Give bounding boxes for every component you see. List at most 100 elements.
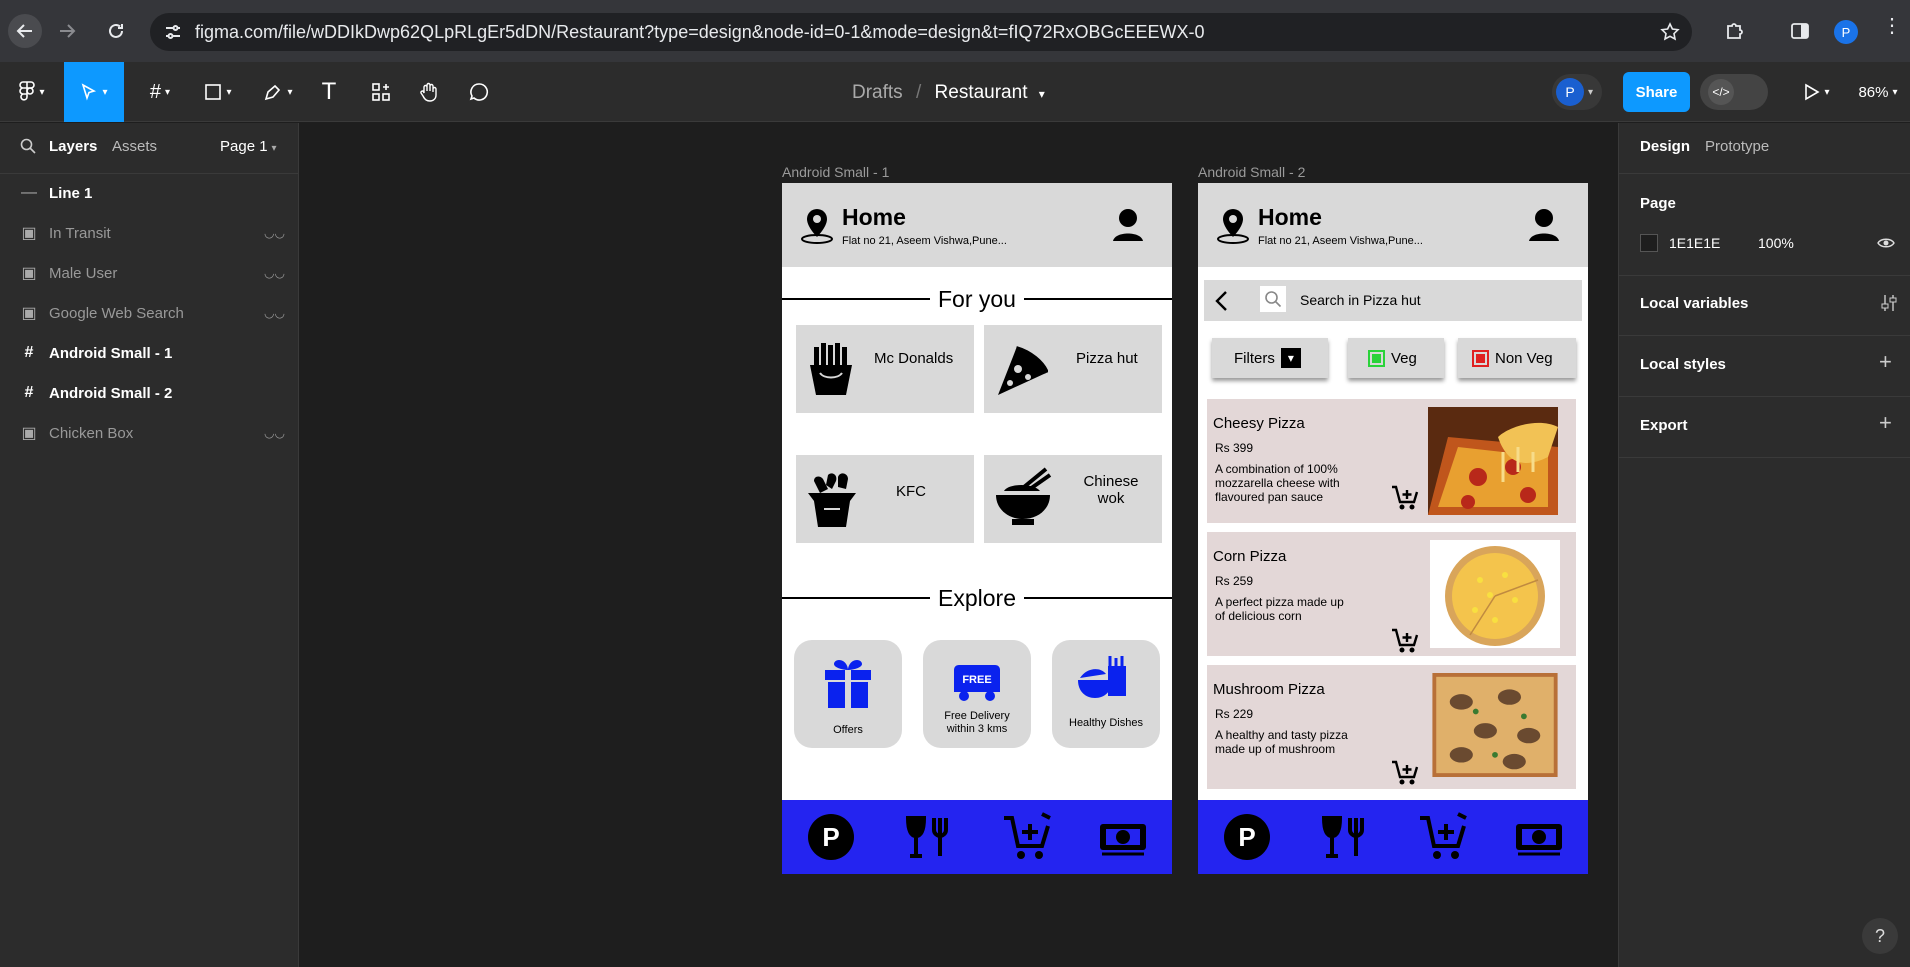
page-color-swatch[interactable] [1640, 234, 1658, 252]
move-tool-button[interactable]: ▾ [64, 62, 124, 122]
add-to-cart-icon[interactable] [1391, 485, 1419, 511]
breadcrumb: Drafts / Restaurant ▾ [852, 82, 1045, 104]
layer-row[interactable]: ▣ Male User ◡◡ [0, 254, 299, 292]
search-bar[interactable]: Search in Pizza hut [1204, 280, 1582, 321]
add-style-icon[interactable]: + [1879, 349, 1892, 375]
hidden-eye-icon[interactable]: ◡◡ [264, 226, 285, 240]
cart-add-icon[interactable] [1418, 812, 1468, 862]
tab-prototype[interactable]: Prototype [1705, 138, 1769, 155]
browser-menu-icon[interactable]: ⋮ [1882, 16, 1902, 36]
main-menu-button[interactable]: ▾ [10, 62, 54, 122]
chevron-down-icon[interactable]: ▾ [1039, 87, 1045, 101]
android-small-2-frame[interactable]: Home Flat no 21, Aseem Vishwa,Pune... Se… [1198, 183, 1588, 874]
restaurant-card-kfc[interactable]: KFC [796, 455, 974, 543]
comment-tool-button[interactable] [464, 62, 494, 122]
bottom-nav: P [782, 800, 1172, 874]
money-icon[interactable] [1098, 812, 1148, 862]
back-button[interactable] [8, 14, 42, 48]
add-export-icon[interactable]: + [1879, 410, 1892, 436]
page-color-value[interactable]: 1E1E1E [1669, 235, 1720, 251]
item-name: Cheesy Pizza [1213, 415, 1305, 432]
shape-tool-button[interactable]: ▾ [196, 62, 240, 122]
search-icon[interactable] [20, 138, 36, 154]
local-styles-label[interactable]: Local styles [1640, 356, 1726, 373]
menu-item-mushroom-pizza[interactable]: Mushroom Pizza Rs 229 A healthy and tast… [1207, 665, 1576, 789]
breadcrumb-drafts[interactable]: Drafts [852, 82, 903, 103]
item-price: Rs 229 [1215, 707, 1254, 721]
restaurant-card-pizza-hut[interactable]: Pizza hut [984, 325, 1162, 413]
side-panel-icon[interactable] [1790, 21, 1810, 41]
layer-row[interactable]: ▣ Chicken Box ◡◡ [0, 414, 299, 452]
tab-design[interactable]: Design [1640, 138, 1690, 155]
site-settings-icon[interactable] [163, 22, 183, 42]
profile-avatar[interactable]: P [1834, 20, 1858, 44]
explore-card-free-delivery[interactable]: FREE Free Delivery within 3 kms [923, 640, 1031, 748]
tab-layers[interactable]: Layers [49, 138, 97, 155]
local-variables-label[interactable]: Local variables [1640, 295, 1748, 312]
bookmark-star-icon[interactable] [1660, 22, 1680, 42]
android-small-1-frame[interactable]: Home Flat no 21, Aseem Vishwa,Pune... Fo… [782, 183, 1172, 874]
layer-row[interactable]: ▣ In Transit ◡◡ [0, 214, 299, 252]
help-button[interactable]: ? [1862, 918, 1898, 954]
file-name[interactable]: Restaurant [935, 82, 1028, 103]
breadcrumb-separator: / [915, 82, 922, 103]
extensions-icon[interactable] [1724, 20, 1746, 42]
reload-button[interactable] [99, 14, 133, 48]
add-to-cart-icon[interactable] [1391, 628, 1419, 654]
frame-tool-button[interactable]: # ▾ [138, 62, 182, 122]
restaurant-name: KFC [896, 483, 926, 500]
resources-tool-button[interactable] [366, 62, 396, 122]
veg-filter-chip[interactable]: Veg [1348, 338, 1444, 378]
present-button[interactable]: ▾ [1796, 62, 1836, 122]
hidden-eye-icon[interactable]: ◡◡ [264, 306, 285, 320]
filters-button[interactable]: Filters ▾ [1212, 338, 1328, 378]
page-selector[interactable]: Page 1 ▾ [220, 138, 277, 155]
dining-icon[interactable] [1320, 812, 1370, 862]
address-bar[interactable]: figma.com/file/wDDIkDwp62QLpRLgEr5dDN/Re… [150, 13, 1692, 51]
frame2-label[interactable]: Android Small - 2 [1198, 164, 1305, 180]
layer-row[interactable]: — Line 1 [0, 174, 299, 212]
export-label[interactable]: Export [1640, 417, 1688, 434]
page-opacity-value[interactable]: 100% [1758, 235, 1794, 251]
parking-icon[interactable]: P [806, 812, 856, 862]
user-profile-icon [1529, 209, 1559, 241]
layer-row[interactable]: # Android Small - 1 [0, 334, 299, 372]
page-heading: Page [1640, 195, 1676, 212]
hidden-eye-icon[interactable]: ◡◡ [264, 266, 285, 280]
parking-icon[interactable]: P [1222, 812, 1272, 862]
pen-tool-button[interactable]: ▾ [256, 62, 300, 122]
resources-icon [372, 83, 390, 101]
layer-row[interactable]: # Android Small - 2 [0, 374, 299, 412]
url-text: figma.com/file/wDDIkDwp62QLpRLgEr5dDN/Re… [195, 21, 1205, 42]
variables-settings-icon[interactable] [1881, 294, 1897, 312]
dining-icon[interactable] [904, 812, 954, 862]
dev-mode-toggle[interactable]: </> [1700, 74, 1768, 110]
veg-label: Veg [1391, 349, 1417, 367]
zoom-dropdown[interactable]: 86% ▾ [1850, 62, 1906, 122]
frame1-label[interactable]: Android Small - 1 [782, 164, 889, 180]
non-veg-filter-chip[interactable]: Non Veg [1458, 338, 1576, 378]
add-to-cart-icon[interactable] [1391, 760, 1419, 786]
money-icon[interactable] [1514, 812, 1564, 862]
forward-button[interactable] [50, 14, 84, 48]
menu-item-cheesy-pizza[interactable]: Cheesy Pizza Rs 399 A combination of 100… [1207, 399, 1576, 523]
eye-icon[interactable] [1877, 236, 1895, 250]
panel-divider [1619, 396, 1910, 397]
explore-card-offers[interactable]: Offers [794, 640, 902, 748]
explore-card-healthy-dishes[interactable]: Healthy Dishes [1052, 640, 1160, 748]
restaurant-card-chinese-wok[interactable]: Chinese wok [984, 455, 1162, 543]
tab-assets[interactable]: Assets [112, 138, 157, 155]
back-chevron-icon[interactable] [1214, 290, 1228, 312]
hand-tool-button[interactable] [414, 62, 444, 122]
chevron-down-icon: ▾ [1588, 86, 1594, 98]
share-button[interactable]: Share [1623, 72, 1690, 112]
layer-row[interactable]: ▣ Google Web Search ◡◡ [0, 294, 299, 332]
menu-item-corn-pizza[interactable]: Corn Pizza Rs 259 A perfect pizza made u… [1207, 532, 1576, 656]
cart-add-icon[interactable] [1002, 812, 1052, 862]
restaurant-card-mcdonalds[interactable]: Mc Donalds [796, 325, 974, 413]
multiplayer-avatars[interactable]: P ▾ [1552, 74, 1602, 110]
user-avatar: P [1556, 78, 1584, 106]
back-arrow-icon [16, 24, 32, 38]
text-tool-button[interactable]: T [314, 62, 344, 122]
hidden-eye-icon[interactable]: ◡◡ [264, 426, 285, 440]
